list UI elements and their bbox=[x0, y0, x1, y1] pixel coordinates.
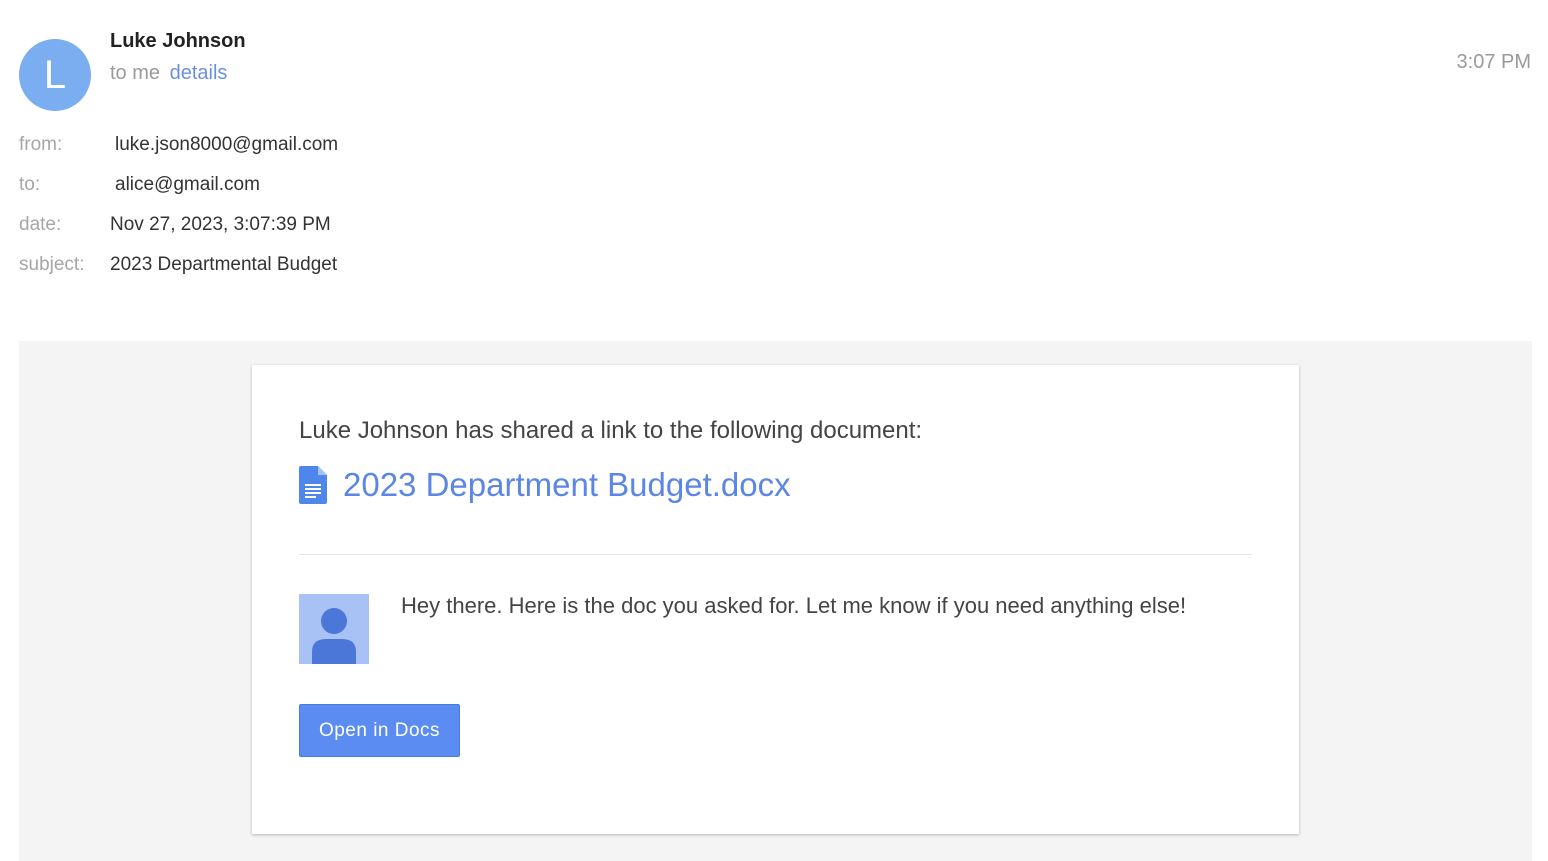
share-card: Luke Johnson has shared a link to the fo… bbox=[252, 365, 1299, 834]
to-label: to: bbox=[19, 174, 41, 195]
meta-from-row: from: luke.json8000@gmail.com bbox=[19, 134, 338, 156]
email-view: L Luke Johnson to me details 3:07 PM fro… bbox=[0, 0, 1548, 861]
meta-to-row: to: alice@gmail.com bbox=[19, 174, 260, 196]
divider bbox=[299, 554, 1252, 555]
from-value: luke.json8000@gmail.com bbox=[115, 134, 339, 155]
date-value: Nov 27, 2023, 3:07:39 PM bbox=[110, 214, 331, 235]
email-time: 3:07 PM bbox=[1456, 51, 1531, 73]
user-photo-placeholder-icon bbox=[299, 594, 369, 664]
subject-label: subject: bbox=[19, 254, 85, 275]
recipient-text: to me bbox=[110, 62, 161, 84]
sender-avatar: L bbox=[19, 39, 91, 111]
share-text: Luke Johnson has shared a link to the fo… bbox=[299, 417, 923, 444]
sender-name: Luke Johnson bbox=[110, 30, 246, 52]
google-docs-icon bbox=[299, 466, 327, 504]
meta-date-row: date: Nov 27, 2023, 3:07:39 PM bbox=[19, 214, 331, 236]
recipient-line: to me details bbox=[110, 62, 227, 85]
details-link[interactable]: details bbox=[170, 62, 228, 84]
from-label: from: bbox=[19, 134, 63, 155]
to-value: alice@gmail.com bbox=[115, 174, 260, 195]
document-link-row[interactable]: 2023 Department Budget.docx bbox=[299, 465, 791, 505]
avatar-letter: L bbox=[43, 53, 67, 97]
document-link[interactable]: 2023 Department Budget.docx bbox=[343, 466, 791, 504]
open-in-docs-button[interactable]: Open in Docs bbox=[299, 704, 460, 757]
meta-subject-row: subject: 2023 Departmental Budget bbox=[19, 254, 337, 276]
subject-value: 2023 Departmental Budget bbox=[110, 254, 338, 275]
date-label: date: bbox=[19, 214, 62, 235]
share-message: Hey there. Here is the doc you asked for… bbox=[401, 593, 1187, 618]
